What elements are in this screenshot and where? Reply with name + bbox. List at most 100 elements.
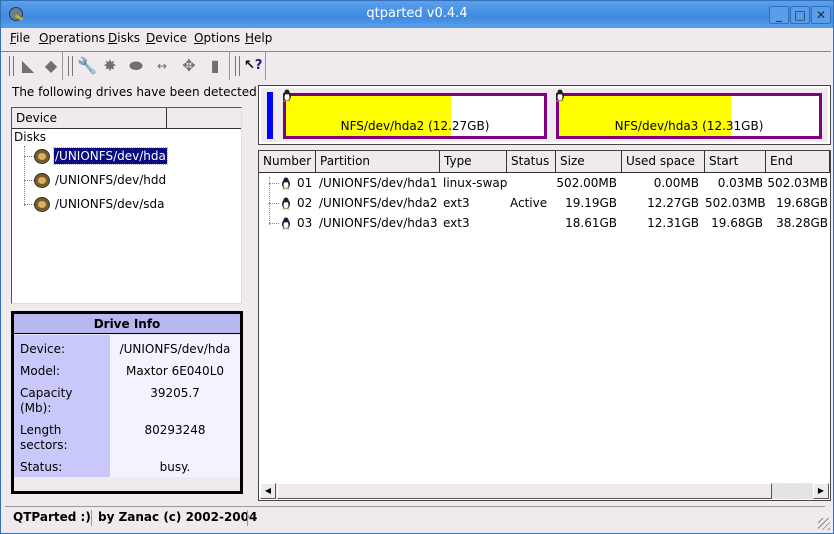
create-icon[interactable]: ✸ bbox=[101, 57, 119, 75]
menu-operations[interactable]: Operations bbox=[39, 31, 105, 45]
cell-used: 12.31GB bbox=[647, 216, 699, 230]
horizontal-scrollbar[interactable]: ◀ ▶ bbox=[260, 483, 829, 499]
cell-used: 0.00MB bbox=[653, 176, 699, 190]
info-value-capacity: 39205.7 bbox=[150, 386, 200, 400]
minimize-button[interactable]: _ bbox=[769, 6, 789, 24]
info-value-status: busy. bbox=[159, 460, 191, 474]
toolbar: ◣ ◆ 🔧 ✸ ⬬ ↔ ✥ ▮ ↖? bbox=[1, 51, 831, 80]
menu-device[interactable]: Device bbox=[146, 31, 187, 45]
arrow-left-icon: ◀ bbox=[264, 486, 272, 495]
swap-partition-bar[interactable] bbox=[267, 92, 273, 139]
app-window: qtparted v0.4.4 _ □ ✕ File Operations Di… bbox=[0, 0, 834, 534]
tree-connector bbox=[24, 204, 34, 205]
arrow-right-icon: ▶ bbox=[817, 486, 825, 495]
commit-icon[interactable]: ◆ bbox=[42, 57, 60, 75]
tree-root-disks[interactable]: Disks bbox=[14, 130, 46, 144]
cell-type: ext3 bbox=[443, 216, 470, 230]
resize-icon[interactable]: ↔ bbox=[153, 57, 171, 75]
menu-file[interactable]: File bbox=[10, 31, 30, 45]
properties-icon[interactable]: 🔧 bbox=[77, 57, 97, 75]
table-row[interactable]: 02 /UNIONFS/dev/hda2 ext3 Active 19.19GB… bbox=[259, 194, 830, 214]
cell-partition: /UNIONFS/dev/hda1 bbox=[319, 176, 438, 190]
column-number[interactable]: Number bbox=[259, 151, 316, 172]
partition-block-hda2[interactable]: NFS/dev/hda2 (12.27GB) bbox=[283, 93, 547, 139]
cell-number: 01 bbox=[297, 176, 313, 190]
close-button[interactable]: ✕ bbox=[811, 6, 831, 24]
toolbar-group-help: ↖? bbox=[231, 52, 266, 80]
scroll-left-button[interactable]: ◀ bbox=[260, 483, 276, 499]
close-icon: ✕ bbox=[815, 8, 827, 22]
detected-drives-label: The following drives have been detected: bbox=[12, 85, 261, 99]
hard-disk-icon bbox=[34, 173, 50, 188]
hard-disk-icon bbox=[34, 149, 50, 164]
maximize-button[interactable]: □ bbox=[790, 6, 810, 24]
drive-tree[interactable]: Device Disks /UNIONFS/dev/hda /UNIONFS/d… bbox=[11, 107, 242, 304]
resize-grip[interactable] bbox=[818, 518, 830, 530]
menu-disks[interactable]: Disks bbox=[108, 31, 140, 45]
column-start[interactable]: Start bbox=[705, 151, 766, 172]
cell-start: 19.68GB bbox=[711, 216, 763, 230]
window-title: qtparted v0.4.4 bbox=[366, 6, 468, 21]
linux-penguin-icon bbox=[282, 177, 290, 190]
move-icon[interactable]: ✥ bbox=[180, 57, 198, 75]
column-used-space[interactable]: Used space bbox=[622, 151, 705, 172]
toolbar-group-commit: ◣ ◆ bbox=[5, 52, 63, 80]
tree-header: Device bbox=[12, 108, 241, 129]
undo-icon[interactable]: ◣ bbox=[19, 57, 37, 75]
partition-table: Number Partition Type Status Size Used s… bbox=[258, 150, 831, 501]
info-label-status: Status: bbox=[20, 460, 63, 474]
column-size[interactable]: Size bbox=[556, 151, 622, 172]
column-status[interactable]: Status bbox=[507, 151, 556, 172]
tree-column-device[interactable]: Device bbox=[12, 108, 167, 128]
scroll-right-button[interactable]: ▶ bbox=[813, 483, 829, 499]
delete-icon[interactable]: ▮ bbox=[206, 57, 224, 75]
cell-type: linux-swap bbox=[443, 176, 508, 190]
info-label-capacity: Capacity (Mb): bbox=[20, 386, 73, 415]
hard-disk-icon bbox=[34, 197, 50, 212]
table-row[interactable]: 01 /UNIONFS/dev/hda1 linux-swap 502.00MB… bbox=[259, 174, 830, 194]
partition-block-label: NFS/dev/hda3 (12.31GB) bbox=[614, 119, 764, 133]
partition-block-hda3[interactable]: NFS/dev/hda3 (12.31GB) bbox=[556, 93, 822, 139]
cell-end: 502.03MB bbox=[767, 176, 828, 190]
cell-end: 38.28GB bbox=[776, 216, 828, 230]
info-label-model: Model: bbox=[20, 364, 61, 378]
format-icon[interactable]: ⬬ bbox=[127, 57, 145, 75]
toolbar-grip[interactable] bbox=[68, 56, 73, 76]
column-partition[interactable]: Partition bbox=[316, 151, 440, 172]
cell-partition: /UNIONFS/dev/hda2 bbox=[319, 196, 438, 210]
info-value-length: 80293248 bbox=[144, 423, 206, 437]
column-type[interactable]: Type bbox=[440, 151, 507, 172]
menu-options[interactable]: Options bbox=[194, 31, 240, 45]
table-row[interactable]: 03 /UNIONFS/dev/hda3 ext3 18.61GB 12.31G… bbox=[259, 214, 830, 234]
table-header: Number Partition Type Status Size Used s… bbox=[259, 151, 830, 173]
info-label-device: Device: bbox=[20, 342, 66, 356]
cell-size: 19.19GB bbox=[565, 196, 617, 210]
linux-penguin-icon bbox=[282, 217, 290, 230]
drive-info-values: /UNIONFS/dev/hda Maxtor 6E040L0 39205.7 … bbox=[110, 335, 240, 477]
whats-this-icon[interactable]: ↖? bbox=[244, 57, 262, 75]
cell-used: 12.27GB bbox=[647, 196, 699, 210]
title-bar[interactable]: qtparted v0.4.4 _ □ ✕ bbox=[1, 1, 833, 28]
scrollbar-thumb[interactable] bbox=[277, 483, 772, 499]
info-value-model: Maxtor 6E040L0 bbox=[125, 364, 225, 378]
status-app-name: QTParted :) bbox=[13, 510, 91, 524]
cell-size: 502.00MB bbox=[556, 176, 617, 190]
cell-start: 502.03MB bbox=[705, 196, 766, 210]
cell-number: 03 bbox=[297, 216, 313, 230]
tree-connector bbox=[24, 156, 34, 157]
menu-help[interactable]: Help bbox=[245, 31, 272, 45]
status-credit: by Zanac (c) 2002-2004 bbox=[98, 510, 258, 524]
cell-size: 18.61GB bbox=[565, 216, 617, 230]
tree-connector bbox=[24, 146, 25, 206]
cell-type: ext3 bbox=[443, 196, 470, 210]
drive-info-labels: Device: Model: Capacity (Mb): Length sec… bbox=[14, 335, 110, 477]
toolbar-grip[interactable] bbox=[235, 56, 240, 76]
column-end[interactable]: End bbox=[766, 151, 830, 172]
toolbar-grip[interactable] bbox=[9, 56, 14, 76]
cell-status: Active bbox=[510, 196, 548, 210]
minimize-icon: _ bbox=[776, 8, 782, 22]
cell-number: 02 bbox=[297, 196, 313, 210]
menu-bar: File Operations Disks Device Options Hel… bbox=[1, 28, 833, 50]
pane-splitter[interactable] bbox=[248, 81, 256, 501]
maximize-icon: □ bbox=[794, 8, 806, 22]
